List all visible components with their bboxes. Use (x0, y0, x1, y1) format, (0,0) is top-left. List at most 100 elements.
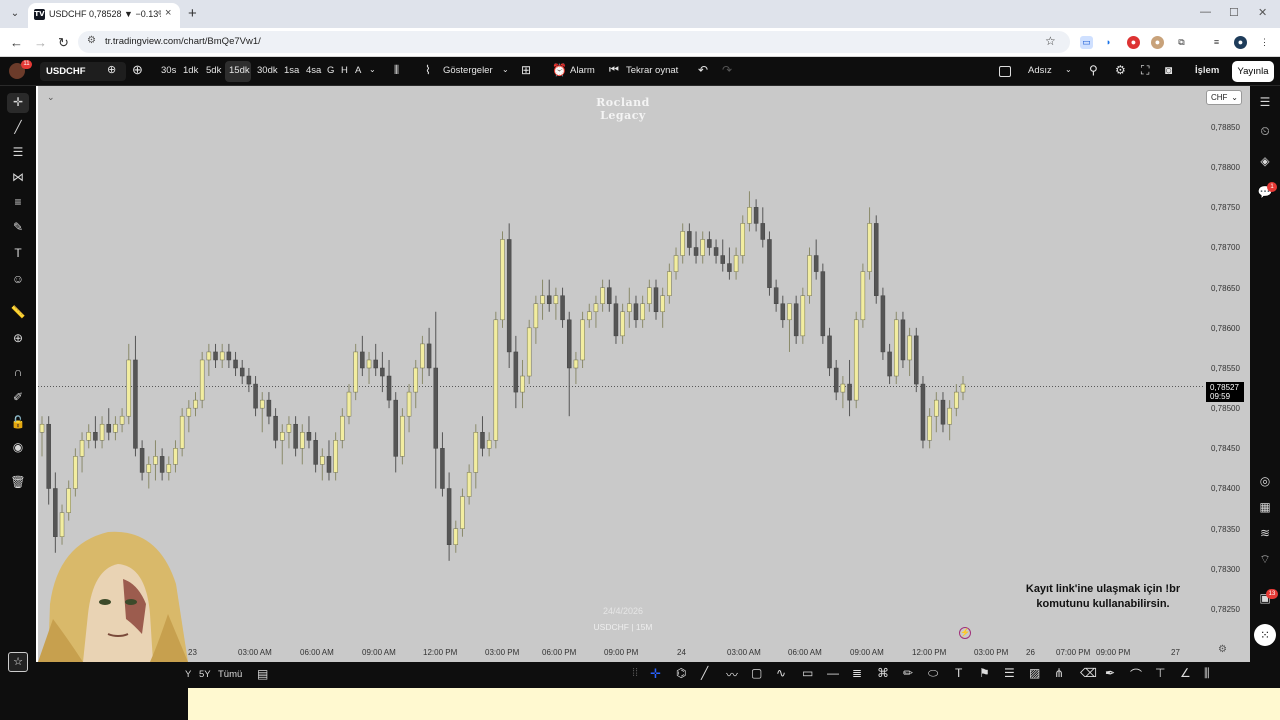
camera-snapshot-icon[interactable]: ◙ (1165, 63, 1172, 77)
drag-handle-icon[interactable]: ⁞⁞ (632, 667, 638, 679)
text-tool-icon[interactable]: T (9, 246, 27, 260)
ruler-icon[interactable]: 📏 (9, 305, 27, 319)
line-tool-icon[interactable]: ╱ (701, 666, 708, 680)
more-tools-icon[interactable]: ⫼ (1204, 666, 1210, 681)
publish-button[interactable]: Yayınla (1232, 61, 1274, 82)
parallel-lines-icon[interactable]: ☰ (9, 145, 27, 159)
magnet-icon[interactable]: ∩ (9, 365, 27, 379)
range-y-button[interactable]: Y (185, 669, 191, 680)
flag-tool-icon[interactable]: ⚑ (979, 666, 990, 680)
interval-g[interactable]: G (327, 65, 334, 76)
highlighter-tool-icon[interactable]: ✒ (1105, 666, 1115, 680)
layout-name[interactable]: Adsız (1028, 65, 1052, 76)
angle-tool-icon[interactable]: ∠ (1180, 666, 1191, 680)
fullscreen-icon[interactable]: ⛶ (1141, 63, 1149, 78)
brush-tool-icon[interactable]: 〰 (726, 666, 738, 683)
interval-a[interactable]: A (355, 65, 361, 76)
forward-arrow-icon[interactable]: → (34, 35, 47, 50)
window-maximize-button[interactable]: ☐ (1229, 6, 1239, 19)
horizontal-line-icon[interactable]: — (827, 666, 839, 680)
window-close-button[interactable]: ✕ (1258, 6, 1267, 19)
new-tab-button[interactable]: + (188, 5, 197, 22)
measure-tool-icon[interactable]: ⊤ (1155, 666, 1165, 680)
url-omnibox[interactable]: ⚙ tr.tradingview.com/chart/BmQe7Vw1/ ☆ (78, 31, 1070, 53)
layout-square-icon[interactable] (999, 66, 1011, 77)
cookie-extension-icon[interactable]: ● (1151, 36, 1164, 49)
lock-drawings-pencil-icon[interactable]: ✐ (9, 390, 27, 404)
callout-tool-icon[interactable]: ▭ (802, 666, 813, 680)
interval-1dk[interactable]: 1dk (183, 65, 198, 76)
pitchfork-bottom-icon[interactable]: ⋔ (1054, 666, 1064, 680)
cast-extension-icon[interactable]: ▭ (1080, 36, 1093, 49)
ellipse-tool-icon[interactable]: ⬭ (928, 666, 938, 681)
price-axis[interactable]: CHF ⌄ 0,78850 0,78800 0,78750 0,78700 0,… (1204, 86, 1250, 662)
interval-4sa[interactable]: 4sa (306, 65, 321, 76)
recording-extension-icon[interactable]: ● (1127, 36, 1140, 49)
eye-visibility-icon[interactable]: ◉ (9, 440, 27, 454)
interval-h[interactable]: H (341, 65, 348, 76)
lines-list-icon[interactable]: ☰ (1004, 666, 1015, 680)
layers-icon[interactable]: ◈ (1257, 154, 1273, 168)
indicators-button[interactable]: Göstergeler (443, 65, 493, 76)
window-minimize-button[interactable]: — (1200, 6, 1211, 18)
layout-dropdown-chevron-icon[interactable]: ⌄ (1065, 65, 1072, 74)
browser-tab[interactable]: TV USDCHF 0,78528 ▼ −0.13% Ad × (28, 3, 180, 28)
path-tool-icon[interactable]: ∿ (776, 666, 786, 680)
reload-icon[interactable]: ↻ (58, 35, 69, 51)
browser-menu-icon[interactable]: ⋮ (1258, 36, 1271, 49)
alarm-clock-icon[interactable]: ⏰ (552, 63, 567, 77)
rectangle-tool-icon[interactable]: ▢ (751, 666, 762, 680)
pattern-tool-icon[interactable]: ⌬ (676, 666, 686, 680)
back-arrow-icon[interactable]: ← (10, 35, 23, 50)
axis-settings-gear-icon[interactable]: ⚙ (1218, 644, 1227, 655)
range-5y-button[interactable]: 5Y (199, 669, 211, 680)
pitchfork-icon[interactable]: ⋈ (9, 170, 27, 184)
trend-line-icon[interactable]: ╱ (9, 120, 27, 134)
interval-dropdown-chevron-icon[interactable]: ⌄ (369, 65, 376, 74)
apps-grid-icon[interactable]: ⁙ (1254, 624, 1276, 646)
interval-1sa[interactable]: 1sa (284, 65, 299, 76)
candle-type-icon[interactable]: ⫴ (394, 63, 399, 78)
tab-search-chevron-icon[interactable]: ⌄ (6, 5, 24, 23)
layout-grid-icon[interactable]: ⊞ (521, 63, 531, 77)
undo-icon[interactable]: ↶ (698, 63, 708, 77)
range-all-button[interactable]: Tümü (218, 669, 242, 680)
news-feed-icon[interactable]: ≋ (1257, 526, 1273, 540)
trade-button[interactable]: İşlem (1195, 65, 1219, 76)
stream-icon[interactable]: ⌔ (1257, 552, 1273, 567)
url-text[interactable]: tr.tradingview.com/chart/BmQe7Vw1/ (105, 36, 261, 47)
date-range-calendar-icon[interactable]: ▤ (257, 667, 268, 681)
alerts-clock-icon[interactable]: ⏲ (1257, 124, 1273, 139)
brush-icon[interactable]: ✎ (9, 220, 27, 234)
pencil-tool-icon[interactable]: ✏ (903, 666, 913, 680)
eraser-tool-icon[interactable]: ⌫ (1080, 666, 1097, 680)
add-symbol-icon[interactable]: ⊕ (132, 62, 143, 78)
replay-button[interactable]: Tekrar oynat (626, 65, 678, 76)
lock-icon[interactable]: 🔓 (9, 415, 27, 429)
emoji-icon[interactable]: ☺ (9, 272, 27, 286)
image-tool-icon[interactable]: ▨ (1029, 666, 1040, 680)
fib-lines-icon[interactable]: ≣ (852, 666, 862, 680)
lightning-alert-icon[interactable]: ⚡ (959, 627, 971, 639)
calendar-icon[interactable]: ▦ (1257, 500, 1273, 514)
text-tool-bottom-icon[interactable]: T (955, 666, 962, 680)
tab-close-icon[interactable]: × (165, 7, 171, 19)
watchlist-icon[interactable]: ☰ (1257, 95, 1273, 109)
alarm-button[interactable]: Alarm (570, 65, 595, 76)
target-icon[interactable]: ◎ (1257, 474, 1273, 488)
search-zoom-icon[interactable]: ⚲ (1089, 63, 1098, 77)
bookmark-star-icon[interactable]: ☆ (1045, 34, 1056, 48)
profile-avatar[interactable]: ● (1234, 36, 1247, 49)
settings-gear-icon[interactable]: ⚙ (1115, 63, 1126, 77)
media-controls-icon[interactable]: ≡ (1210, 36, 1223, 49)
favorite-star-icon[interactable]: ☆ (8, 652, 28, 672)
interval-30dk[interactable]: 30dk (257, 65, 278, 76)
trash-icon[interactable]: 🗑 (9, 475, 27, 489)
audio-extension-icon[interactable]: ◗ (1102, 36, 1115, 49)
gann-tool-icon[interactable]: ⌘ (877, 666, 889, 680)
arc-tool-icon[interactable]: ⌒ (1130, 666, 1142, 683)
fib-tool-icon[interactable]: ≡ (9, 195, 27, 209)
compare-symbol-icon[interactable]: ⊕ (107, 63, 116, 76)
chart-pane[interactable]: ⌄ Rocland Legacy 24/4/2026 USDCHF | 15M … (8, 86, 1204, 672)
crosshair-cursor-icon[interactable]: ✛ (9, 95, 27, 109)
